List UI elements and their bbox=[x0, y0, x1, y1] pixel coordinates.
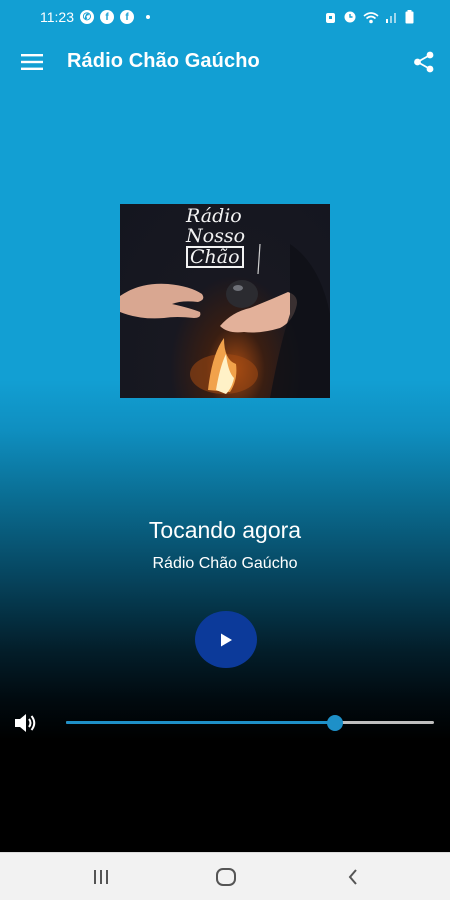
menu-button[interactable] bbox=[18, 48, 46, 76]
album-logo: Rádio Nosso Chão bbox=[186, 206, 245, 268]
status-time: 11:23 bbox=[40, 9, 74, 25]
volume-icon bbox=[15, 714, 36, 732]
now-playing-label: Tocando agora bbox=[148, 517, 302, 543]
status-bar: 11:23 ✆ f f bbox=[0, 0, 450, 34]
signal-icon bbox=[386, 13, 396, 23]
recents-button[interactable] bbox=[88, 865, 114, 889]
recents-icon bbox=[94, 870, 108, 884]
home-button[interactable] bbox=[213, 865, 239, 889]
play-button[interactable] bbox=[195, 611, 257, 668]
whatsapp-icon: ✆ bbox=[80, 10, 94, 24]
share-button[interactable] bbox=[410, 48, 438, 76]
play-icon bbox=[221, 633, 232, 646]
more-notifications-icon bbox=[146, 15, 150, 19]
album-logo-line3: Chão bbox=[186, 246, 244, 268]
nav-bar bbox=[0, 852, 450, 900]
volume-button[interactable] bbox=[12, 710, 40, 736]
home-icon bbox=[216, 868, 236, 886]
volume-thumb[interactable] bbox=[326, 715, 343, 731]
volume-fill bbox=[66, 721, 335, 724]
app-bar: Rádio Chão Gaúcho bbox=[0, 34, 450, 90]
status-right bbox=[324, 10, 414, 24]
share-icon bbox=[414, 51, 434, 73]
alarm-icon bbox=[326, 12, 335, 23]
facebook-icon: f bbox=[100, 10, 114, 24]
album-art: Rádio Nosso Chão bbox=[120, 204, 330, 398]
screen: 11:23 ✆ f f Rádio Chão Gaúcho Rádio Noss… bbox=[0, 0, 450, 900]
album-logo-line1: Rádio bbox=[186, 205, 242, 227]
wifi-icon bbox=[363, 11, 379, 23]
app-title: Rádio Chão Gaúcho bbox=[67, 50, 260, 72]
facebook-icon: f bbox=[120, 10, 134, 24]
station-name: Rádio Chão Gaúcho bbox=[152, 555, 298, 572]
status-left: 11:23 ✆ f f bbox=[40, 9, 150, 25]
battery-icon bbox=[405, 10, 414, 24]
album-logo-line2: Nosso bbox=[186, 225, 246, 247]
back-button[interactable] bbox=[340, 865, 366, 889]
volume-slider[interactable] bbox=[66, 713, 434, 733]
hamburger-menu-icon bbox=[21, 54, 43, 70]
clock-icon bbox=[344, 11, 356, 23]
back-icon bbox=[348, 869, 357, 885]
